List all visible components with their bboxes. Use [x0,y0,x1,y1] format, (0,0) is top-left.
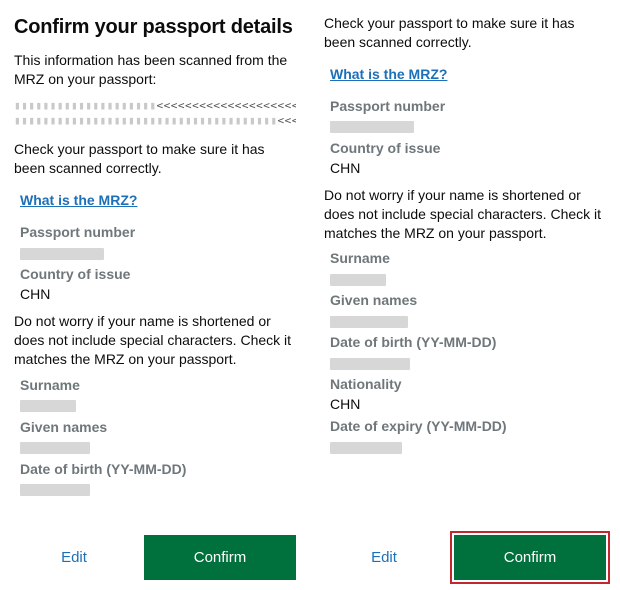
mrz-preview: ▮▮▮▮▮▮▮▮▮▮▮▮▮▮▮▮▮▮▮▮<<<<<<<<<<<<<<<<<<<<… [14,99,296,129]
edit-button[interactable]: Edit [324,537,444,578]
confirm-button[interactable]: Confirm [454,535,606,580]
dob-value [330,354,606,370]
left-screen: Confirm your passport details This infor… [0,0,310,590]
mrz-info-link[interactable]: What is the MRZ? [330,66,447,82]
passport-number-label: Passport number [20,224,296,240]
given-names-value [20,439,296,455]
button-bar: Edit Confirm [324,525,606,580]
button-bar: Edit Confirm [14,525,296,580]
passport-number-value [20,244,296,260]
name-note: Do not worry if your name is shortened o… [14,312,296,369]
check-instruction: Check your passport to make sure it has … [324,14,606,52]
right-scroll-content: Check your passport to make sure it has … [324,14,606,525]
check-instruction: Check your passport to make sure it has … [14,140,296,178]
passport-number-value [330,118,606,134]
nationality-value: CHN [330,396,606,412]
surname-value [330,270,606,286]
country-of-issue-value: CHN [330,160,606,176]
name-note: Do not worry if your name is shortened o… [324,186,606,243]
nationality-label: Nationality [330,376,606,392]
given-names-value [330,312,606,328]
expiry-label: Date of expiry (YY-MM-DD) [330,418,606,434]
dob-label: Date of birth (YY-MM-DD) [330,334,606,350]
passport-number-label: Passport number [330,98,606,114]
given-names-label: Given names [20,419,296,435]
given-names-label: Given names [330,292,606,308]
country-of-issue-value: CHN [20,286,296,302]
right-screen: Check your passport to make sure it has … [310,0,620,590]
country-of-issue-label: Country of issue [20,266,296,282]
intro-text: This information has been scanned from t… [14,51,296,89]
surname-label: Surname [330,250,606,266]
surname-label: Surname [20,377,296,393]
left-scroll-content: Confirm your passport details This infor… [14,16,296,525]
confirm-button[interactable]: Confirm [144,535,296,580]
dob-label: Date of birth (YY-MM-DD) [20,461,296,477]
page-title: Confirm your passport details [14,16,296,39]
dob-value [20,481,296,497]
country-of-issue-label: Country of issue [330,140,606,156]
edit-button[interactable]: Edit [14,537,134,578]
mrz-info-link[interactable]: What is the MRZ? [20,192,137,208]
surname-value [20,397,296,413]
expiry-value [330,438,606,454]
